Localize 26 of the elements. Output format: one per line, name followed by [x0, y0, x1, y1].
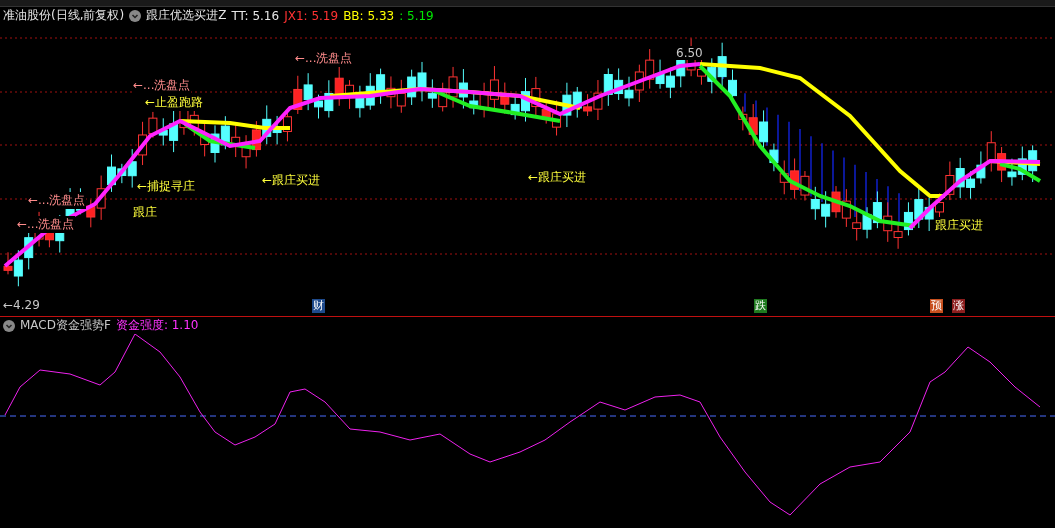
- indicator-value: 资金强度: 1.10: [115, 317, 199, 334]
- chart-annotation: ←...洗盘点: [28, 192, 86, 209]
- indicator-name: 跟庄优选买进Z: [146, 7, 227, 24]
- chart-annotation: ←跟庄买进: [528, 169, 587, 186]
- chart-annotation: ←...洗盘点: [17, 216, 75, 233]
- indicator-value: : 5.19: [399, 8, 434, 23]
- chart-annotation: 跟庄: [133, 204, 157, 221]
- chart-annotation: 6.50: [676, 46, 703, 60]
- chart-annotation: ←4.29: [3, 298, 40, 312]
- event-marker: 跌: [754, 299, 767, 313]
- dropdown-icon[interactable]: [3, 319, 15, 332]
- indicator-value: JX1: 5.19: [284, 8, 339, 23]
- chart-annotation: ←捕捉寻庄: [137, 178, 196, 195]
- chart-annotation: ←...洗盘点: [295, 50, 353, 67]
- chart-annotation: ←...洗盘点: [133, 77, 191, 94]
- indicator-name: MACD资金强势F: [20, 317, 111, 334]
- event-marker: 财: [312, 299, 325, 313]
- chart-annotation: 跟庄买进: [935, 217, 983, 234]
- dropdown-icon[interactable]: [129, 9, 142, 22]
- chart-annotation: ←跟庄买进: [262, 172, 321, 189]
- stock-title: 准油股份(日线,前复权): [3, 7, 125, 24]
- indicator-value: TT: 5.16: [231, 8, 280, 23]
- event-marker: 预: [930, 299, 943, 313]
- indicator-value: BB: 5.33: [343, 8, 395, 23]
- event-marker: 涨: [952, 299, 965, 313]
- chart-annotation: ←止盈跑路: [145, 94, 204, 111]
